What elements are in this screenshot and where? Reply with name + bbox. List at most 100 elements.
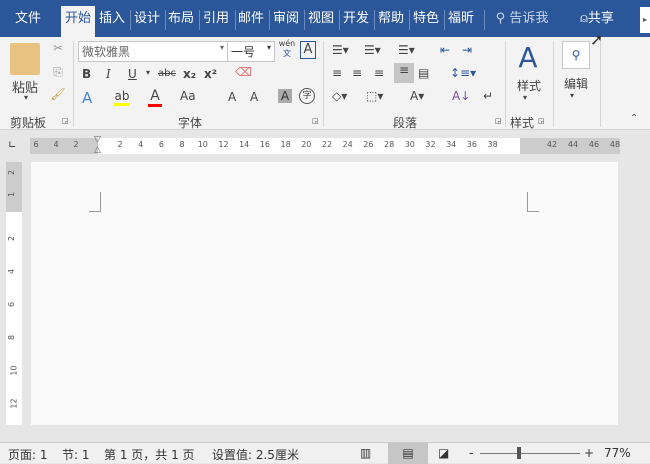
numbering-icon[interactable]: ☰▾	[364, 43, 381, 57]
status-pages[interactable]: 第 1 页，共 1 页	[104, 446, 195, 463]
zoom-slider-thumb[interactable]	[516, 447, 521, 459]
line-spacing-icon[interactable]: ↕≡▾	[450, 66, 476, 80]
tab-developer[interactable]: 开发	[341, 6, 371, 37]
char-shading-button[interactable]: A	[278, 89, 292, 103]
ruler-number: 38	[487, 140, 498, 149]
align-left-icon[interactable]: ≡	[332, 66, 342, 80]
tab-layout[interactable]: 布局	[166, 6, 196, 37]
ruler-number: 8	[179, 140, 185, 149]
ruler-number: 36	[466, 140, 477, 149]
bullets-icon[interactable]: ☰▾	[332, 43, 349, 57]
tell-me-search[interactable]: ⚲ 告诉我	[492, 6, 552, 37]
asian-layout-icon[interactable]: A▾	[410, 89, 424, 103]
scroll-tabs-button[interactable]: ▸	[640, 7, 650, 33]
change-case-button[interactable]: Aa	[180, 89, 196, 103]
status-bar: 页面: 1 节: 1 第 1 页，共 1 页 设置值: 2.5厘米 ▥ ▤ ◪ …	[0, 442, 650, 464]
increase-indent-icon[interactable]: ⇥	[462, 43, 472, 57]
shading-icon[interactable]: ◇▾	[332, 89, 347, 103]
margin-mark-right	[527, 192, 539, 212]
share-label: 共享	[587, 11, 614, 26]
tab-mailings[interactable]: 邮件	[236, 6, 266, 37]
editing-dropdown[interactable]: ▾	[570, 91, 574, 100]
align-center-icon[interactable]: ≡	[352, 66, 362, 80]
ruler-number: 6	[7, 301, 17, 308]
tab-features[interactable]: 特色	[411, 6, 441, 37]
ruler-number: 2	[7, 169, 17, 176]
margin-mark-left	[89, 192, 101, 212]
highlight-button[interactable]: ab	[114, 89, 130, 106]
horizontal-ruler[interactable]: 6 4 2 2 4 6 8 10 12 14 16 18 20 22 24 26 28 30 32 34 36 38 42 4…	[30, 138, 620, 154]
distributed-icon[interactable]: ▤	[418, 66, 429, 80]
status-page[interactable]: 页面: 1	[8, 446, 48, 463]
ruler-number: 4	[138, 140, 144, 149]
collapse-ribbon-icon[interactable]: ⌃	[630, 113, 638, 124]
tab-insert[interactable]: 插入	[97, 6, 127, 37]
font-launcher-icon[interactable]: ◲	[312, 117, 319, 125]
decrease-indent-icon[interactable]: ⇤	[440, 43, 450, 57]
status-section[interactable]: 节: 1	[62, 446, 90, 463]
print-layout-icon[interactable]: ▤	[388, 443, 428, 464]
tab-selector[interactable]: ∟	[8, 140, 16, 151]
superscript-button[interactable]: x²	[204, 67, 217, 81]
tab-references[interactable]: 引用	[201, 6, 231, 37]
zoom-slider[interactable]	[480, 453, 580, 454]
tab-view[interactable]: 视图	[306, 6, 336, 37]
paste-dropdown[interactable]: ▾	[16, 93, 36, 102]
status-setting[interactable]: 设置值: 2.5厘米	[212, 446, 299, 463]
find-icon[interactable]: ⚲	[562, 41, 590, 69]
font-name-input[interactable]: 微软雅黑 ▾	[78, 41, 228, 62]
styles-button[interactable]: 样式	[513, 77, 545, 94]
styles-launcher-icon[interactable]: ◲	[538, 117, 545, 125]
vertical-ruler[interactable]: 2 1 2 4 6 8 10 12	[6, 162, 22, 425]
paragraph-launcher-icon[interactable]: ◲	[495, 117, 502, 125]
tab-file[interactable]: 文件	[8, 6, 48, 37]
shrink-font-button[interactable]: A	[250, 90, 258, 104]
text-effects-button[interactable]: A	[82, 89, 92, 107]
styles-dropdown[interactable]: ▾	[523, 93, 527, 102]
strikethrough-button[interactable]: abc	[158, 68, 176, 79]
font-size-input[interactable]: 一号 ▾	[227, 41, 275, 62]
cut-icon[interactable]: ✂	[50, 41, 66, 55]
person-add-icon: ⍝	[580, 11, 588, 26]
tell-me-label: 告诉我	[509, 11, 549, 26]
underline-dropdown[interactable]: ▾	[146, 68, 150, 77]
justify-icon[interactable]: ≡	[394, 63, 414, 83]
underline-button[interactable]: U	[128, 67, 137, 81]
grow-font-button[interactable]: A	[228, 90, 236, 104]
tab-help[interactable]: 帮助	[376, 6, 406, 37]
sort-icon[interactable]: A↓	[452, 89, 470, 103]
ruler-number: 2	[73, 140, 79, 149]
copy-icon[interactable]: ⎘	[50, 65, 66, 80]
indent-marker[interactable]: ▽ △	[94, 135, 101, 155]
ruler-number: 10	[9, 365, 19, 376]
read-mode-icon[interactable]: ▥	[360, 446, 371, 460]
align-right-icon[interactable]: ≡	[374, 66, 384, 80]
tab-home[interactable]: 开始	[61, 6, 95, 37]
styles-icon[interactable]: A	[515, 41, 541, 74]
format-painter-icon[interactable]: 🖌	[50, 87, 66, 101]
bold-button[interactable]: B	[82, 67, 91, 81]
group-paragraph: 段落	[393, 116, 418, 130]
italic-button[interactable]: I	[106, 67, 111, 81]
zoom-level[interactable]: 77%	[604, 446, 631, 460]
clear-formatting-icon[interactable]: ⌫	[235, 65, 252, 79]
borders-icon[interactable]: ⬚▾	[366, 89, 383, 103]
web-layout-icon[interactable]: ◪	[438, 446, 449, 460]
document-page[interactable]	[31, 162, 618, 425]
char-border-button[interactable]: A	[300, 41, 316, 59]
phonetic-guide-button[interactable]: wén 文	[278, 39, 296, 59]
tab-foxit[interactable]: 福昕	[446, 6, 476, 37]
editing-button[interactable]: 编辑	[560, 75, 592, 92]
subscript-button[interactable]: x₂	[183, 67, 196, 81]
ruler-number: 30	[404, 140, 415, 149]
show-marks-icon[interactable]: ↵	[483, 89, 493, 103]
tab-review[interactable]: 审阅	[271, 6, 301, 37]
font-color-button[interactable]: A	[148, 88, 162, 107]
multilevel-list-icon[interactable]: ☰▾	[398, 43, 415, 57]
zoom-out-button[interactable]: -	[469, 446, 473, 460]
tab-design[interactable]: 设计	[132, 6, 162, 37]
ruler-number: 22	[321, 140, 333, 149]
enclose-char-button[interactable]: 字	[299, 88, 315, 104]
zoom-in-button[interactable]: +	[584, 446, 594, 460]
clipboard-launcher-icon[interactable]: ◲	[62, 117, 69, 125]
